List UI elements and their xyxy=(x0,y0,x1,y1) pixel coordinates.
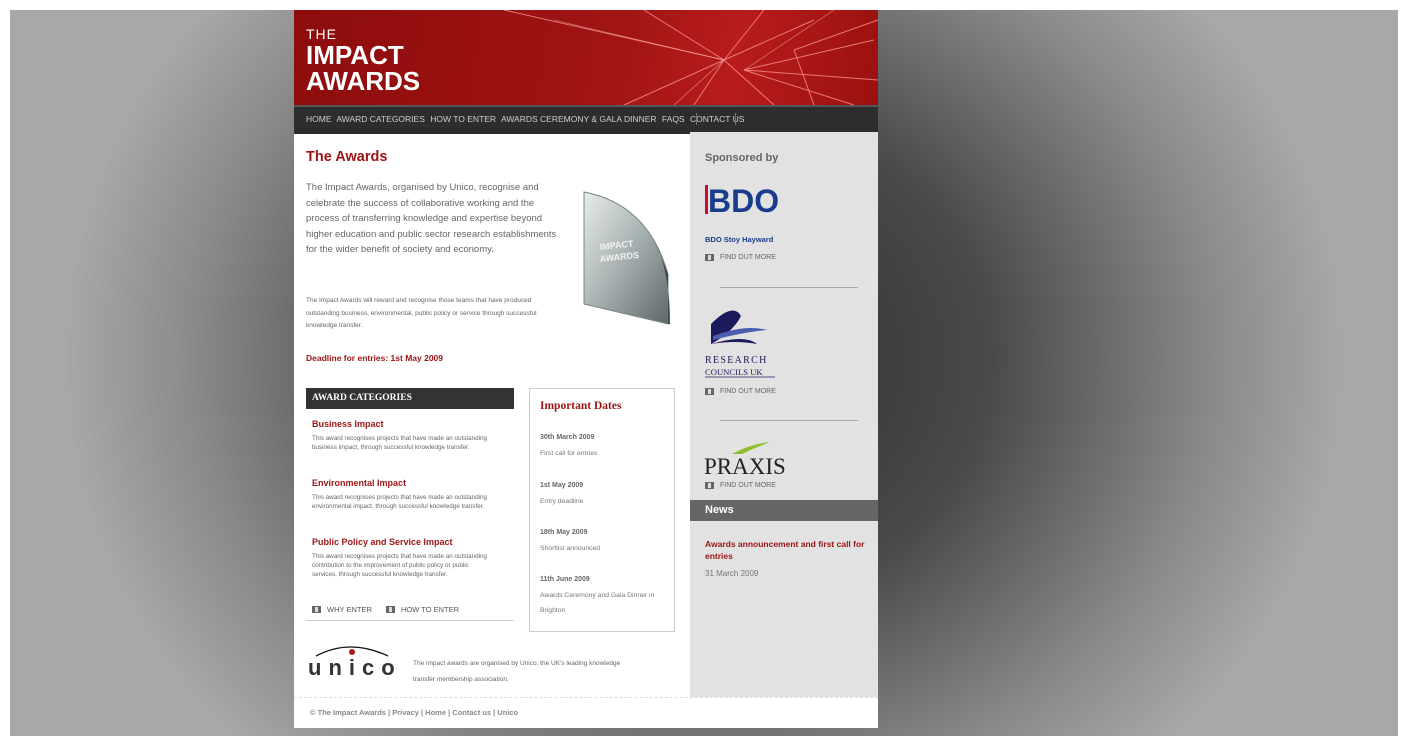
sponsored-by-title: Sponsored by xyxy=(705,152,779,164)
main-content: The Awards The Impact Awards, organised … xyxy=(294,132,690,697)
category-links: WHY ENTER HOW TO ENTER xyxy=(312,605,471,615)
date-2: 1st May 2009 xyxy=(540,482,584,489)
bdo-find-out-more[interactable]: FIND OUT MORE xyxy=(705,254,776,261)
description-text: The Impact Awards will reward and recogn… xyxy=(306,297,537,329)
category-environmental-title[interactable]: Environmental Impact xyxy=(312,478,406,488)
arrow-icon xyxy=(705,388,714,395)
trophy-image: IMPACT AWARDS xyxy=(583,191,670,325)
arrow-icon xyxy=(385,606,395,613)
page-container: THE IMPACT AWARDS HOME AWARD CATEGORIES … xyxy=(294,10,878,728)
nav-divider xyxy=(696,113,697,125)
logo-awards[interactable]: AWARDS xyxy=(306,68,420,94)
news-header: News xyxy=(690,500,878,521)
site-footer: © The Impact Awards | Privacy | Home | C… xyxy=(294,697,878,728)
site-header: THE IMPACT AWARDS xyxy=(294,10,878,105)
deadline-text: Deadline for entries: 1st May 2009 xyxy=(306,353,444,363)
find-out-more-label: FIND OUT MORE xyxy=(720,482,776,489)
nav-divider xyxy=(735,113,736,125)
award-categories-header: AWARD CATEGORIES xyxy=(306,388,514,409)
date-4: 11th June 2009 xyxy=(540,576,590,583)
date-3-desc: Shortlist announced xyxy=(540,545,601,552)
research-councils-logo[interactable]: RESEARCH COUNCILS UK xyxy=(705,304,780,378)
news-item-title[interactable]: Awards announcement and first call for e… xyxy=(705,538,865,562)
nav-contact-us[interactable]: CONTACT US xyxy=(690,114,744,124)
page-title: The Awards xyxy=(306,149,388,165)
praxis-find-out-more[interactable]: FIND OUT MORE xyxy=(705,482,776,489)
arrow-icon xyxy=(705,482,714,489)
date-4-desc: Awards Ceremony and Gala Dinner in Brigh… xyxy=(540,592,655,614)
arrow-icon xyxy=(705,254,714,261)
svg-text:unico: unico xyxy=(308,655,402,678)
bdo-logo[interactable]: BDO xyxy=(705,182,785,218)
category-business-title[interactable]: Business Impact xyxy=(312,419,384,429)
important-dates-box: Important Dates 30th March 2009 First ca… xyxy=(529,388,675,632)
praxis-logo[interactable]: PRAXIS xyxy=(704,440,804,476)
date-2-desc: Entry deadline xyxy=(540,498,584,505)
important-dates-title: Important Dates xyxy=(540,400,622,412)
nav-award-categories[interactable]: AWARD CATEGORIES xyxy=(336,114,424,124)
sponsor-sidebar: Sponsored by BDO BDO Stoy Hayward FIND O… xyxy=(690,132,878,697)
logo-impact[interactable]: IMPACT xyxy=(306,42,404,68)
intro-text: The Impact Awards, organised by Unico, r… xyxy=(306,182,557,255)
rcuk-find-out-more[interactable]: FIND OUT MORE xyxy=(705,388,776,395)
svg-text:PRAXIS: PRAXIS xyxy=(704,454,786,476)
footer-links[interactable]: © The Impact Awards | Privacy | Home | C… xyxy=(310,708,518,717)
how-to-enter-label: HOW TO ENTER xyxy=(400,605,460,614)
sidebar-divider xyxy=(720,287,858,288)
nav-faqs[interactable]: FAQS xyxy=(662,114,685,124)
find-out-more-label: FIND OUT MORE xyxy=(720,254,776,261)
why-enter-link[interactable]: WHY ENTER xyxy=(312,605,372,614)
date-1: 30th March 2009 xyxy=(540,434,595,441)
nav-home[interactable]: HOME xyxy=(306,114,332,124)
sidebar-divider xyxy=(720,420,858,421)
why-enter-label: WHY ENTER xyxy=(327,605,372,614)
bdo-name: BDO Stoy Hayward xyxy=(705,235,774,244)
main-nav: HOME AWARD CATEGORIES HOW TO ENTER AWARD… xyxy=(294,105,878,134)
unico-description: The impact awards are organised by Unico… xyxy=(413,660,621,683)
svg-text:COUNCILS UK: COUNCILS UK xyxy=(705,367,763,377)
how-to-enter-link[interactable]: HOW TO ENTER xyxy=(385,605,460,614)
unico-logo[interactable]: unico xyxy=(306,642,406,678)
divider xyxy=(306,620,514,621)
find-out-more-label: FIND OUT MORE xyxy=(720,388,776,395)
category-public-policy-desc: This award recognises projects that have… xyxy=(312,553,488,578)
category-environmental-desc: This award recognises projects that have… xyxy=(312,494,488,510)
news-item-date: 31 March 2009 xyxy=(705,569,759,578)
nav-how-to-enter[interactable]: HOW TO ENTER xyxy=(430,114,496,124)
date-3: 18th May 2009 xyxy=(540,529,588,536)
svg-text:BDO: BDO xyxy=(708,183,779,218)
svg-text:RESEARCH: RESEARCH xyxy=(705,355,768,366)
arrow-icon xyxy=(312,606,321,613)
category-public-policy-title[interactable]: Public Policy and Service Impact xyxy=(312,537,453,547)
category-business-desc: This award recognises projects that have… xyxy=(312,435,488,451)
date-1-desc: First call for entries xyxy=(540,450,598,457)
nav-awards-ceremony[interactable]: AWARDS CEREMONY & GALA DINNER xyxy=(501,114,657,124)
